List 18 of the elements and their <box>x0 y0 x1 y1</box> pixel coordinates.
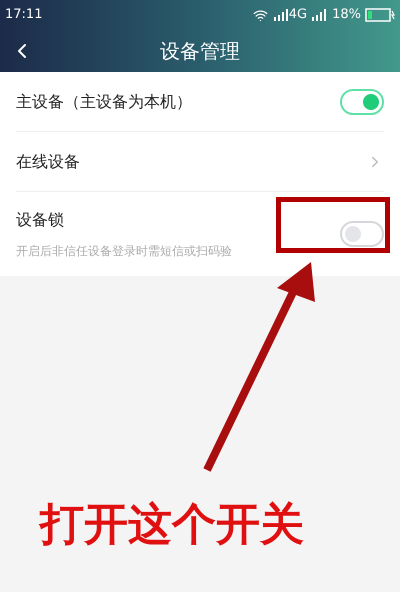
toggle-switch[interactable] <box>340 88 384 114</box>
signal-icon <box>274 9 288 21</box>
setting-label: 主设备（主设备为本机） <box>16 90 193 112</box>
setting-label: 在线设备 <box>16 150 81 172</box>
settings-row[interactable]: 在线设备 <box>16 132 384 192</box>
battery-percent: 18% <box>332 6 361 24</box>
battery-icon <box>365 8 395 22</box>
signal-icon <box>312 9 326 21</box>
wifi-icon <box>252 8 268 22</box>
toggle-switch[interactable] <box>340 221 384 247</box>
setting-label: 设备锁 <box>16 209 65 231</box>
setting-description: 开启后非信任设备登录时需短信或扫码验 <box>16 243 233 260</box>
status-time: 17:11 <box>5 6 42 24</box>
settings-row[interactable]: 设备锁 开启后非信任设备登录时需短信或扫码验 <box>16 192 384 276</box>
page-title: 设备管理 <box>160 38 240 65</box>
annotation-text: 打开这个开关 <box>40 498 304 552</box>
network-label: 4G <box>288 6 308 24</box>
settings-row[interactable]: 主设备（主设备为本机） <box>16 72 384 132</box>
